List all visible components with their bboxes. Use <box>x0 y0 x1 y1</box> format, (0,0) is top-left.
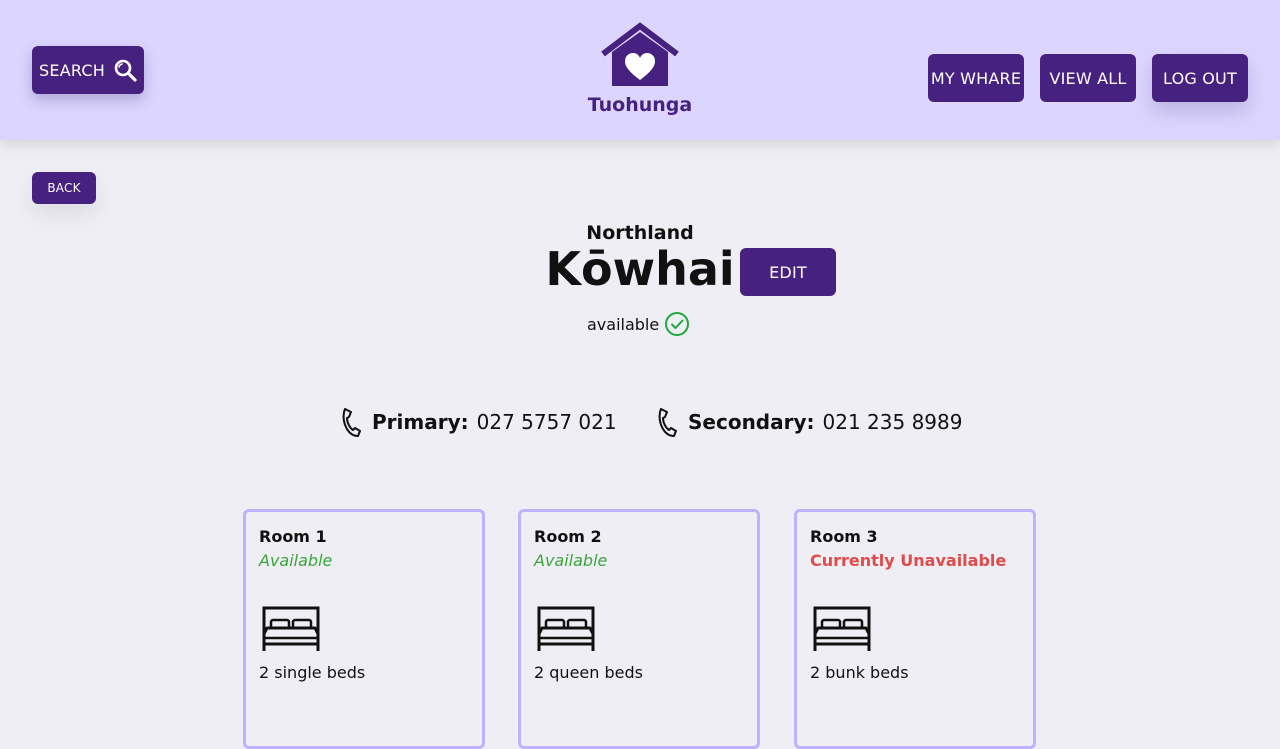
edit-button[interactable]: EDIT <box>740 248 836 296</box>
logo[interactable]: Tuohunga <box>580 20 700 116</box>
secondary-number: 021 235 8989 <box>822 410 963 434</box>
header: SEARCH Tuohunga MY WHARE VIEW ALL LOG OU… <box>0 0 1280 140</box>
secondary-contact: Secondary: 021 235 8989 <box>656 406 962 438</box>
whare-name: Kōwhai <box>545 242 735 296</box>
nav-my-whare-button[interactable]: MY WHARE <box>928 54 1024 102</box>
whare-region: Northland <box>586 222 694 244</box>
bed-description: 2 bunk beds <box>810 663 909 682</box>
check-circle-icon <box>665 312 690 336</box>
nav-view-all-button[interactable]: VIEW ALL <box>1040 54 1136 102</box>
room-status: Available <box>259 551 333 570</box>
search-icon <box>114 59 137 82</box>
room-status: Available <box>534 551 608 570</box>
primary-label: Primary: <box>372 410 469 434</box>
logo-text: Tuohunga <box>587 94 693 116</box>
search-button[interactable]: SEARCH <box>32 46 144 94</box>
availability-text: available <box>587 314 660 334</box>
room-card[interactable]: Room 2 Available 2 queen beds <box>518 509 760 749</box>
bed-description: 2 single beds <box>259 663 366 682</box>
room-name: Room 1 <box>259 527 327 546</box>
primary-contact: Primary: 027 5757 021 <box>340 406 617 438</box>
house-heart-logo-icon <box>601 22 679 86</box>
bed-icon <box>537 606 595 651</box>
bed-icon <box>813 606 871 651</box>
primary-number: 027 5757 021 <box>476 410 617 434</box>
search-button-label: SEARCH <box>39 60 105 80</box>
room-name: Room 2 <box>534 527 602 546</box>
phone-icon <box>342 408 361 437</box>
room-card[interactable]: Room 3 Currently Unavailable 2 bunk beds <box>794 509 1036 749</box>
room-status: Currently Unavailable <box>810 551 1007 570</box>
phone-icon <box>658 408 677 437</box>
bed-icon <box>262 606 320 651</box>
secondary-label: Secondary: <box>688 410 815 434</box>
room-card[interactable]: Room 1 Available 2 single beds <box>243 509 485 749</box>
nav-log-out-button[interactable]: LOG OUT <box>1152 54 1248 102</box>
room-name: Room 3 <box>810 527 878 546</box>
availability-status: available <box>587 311 690 337</box>
bed-description: 2 queen beds <box>534 663 643 682</box>
back-button[interactable]: BACK <box>32 172 96 204</box>
